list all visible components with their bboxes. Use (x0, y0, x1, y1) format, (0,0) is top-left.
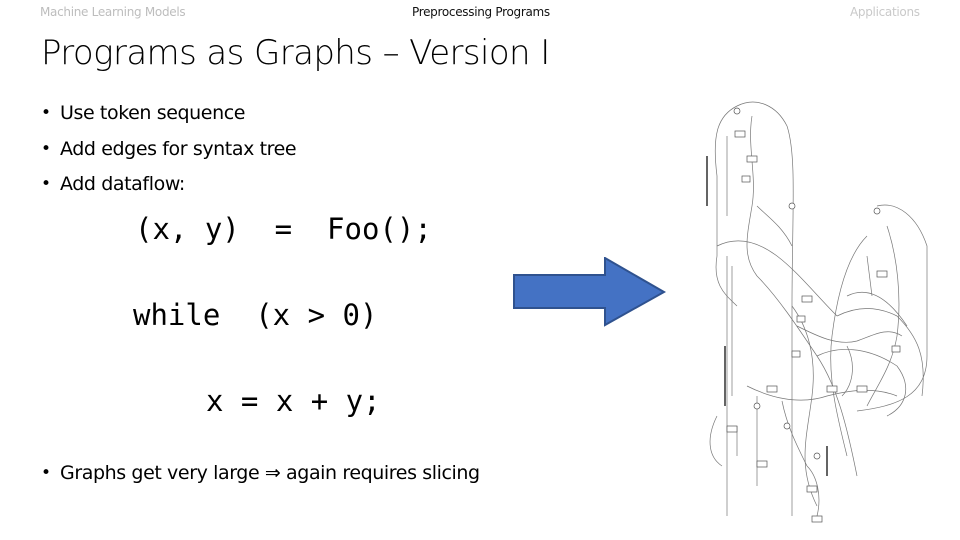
bullet-list-top: • Use token sequence • Add edges for synta… (40, 96, 297, 203)
bullet-list-bottom: • Graphs get very large ⇒ again requires … (40, 456, 480, 492)
bullet-icon: • (41, 103, 51, 123)
bullet-text: Add edges for syntax tree (60, 137, 297, 160)
code-line: while (x > 0) (133, 298, 378, 332)
bullet-item: • Use token sequence (40, 96, 296, 132)
bullet-icon: • (41, 138, 51, 159)
nav-machine-learning-models[interactable]: Machine Learning Models (40, 5, 186, 19)
bullet-item: • Add edges for syntax tree (40, 132, 297, 168)
right-arrow-icon (513, 257, 667, 327)
bullet-item: • Graphs get very large ⇒ again requires … (40, 456, 480, 492)
nav-preprocessing-programs[interactable]: Preprocessing Programs (412, 5, 550, 19)
code-line: x = x + y; (206, 384, 381, 418)
code-line: (x, y) = Foo(); (135, 212, 432, 246)
bullet-text: Use token sequence (60, 102, 246, 124)
bullet-icon: • (41, 463, 51, 483)
bullet-text: Add dataflow: (60, 173, 185, 195)
nav-applications[interactable]: Applications (850, 5, 920, 19)
arrow-shape (513, 257, 667, 327)
bullet-icon: • (41, 174, 51, 194)
program-graph-image (706, 101, 928, 523)
bullet-text: Graphs get very large ⇒ again requires s… (60, 462, 480, 484)
bullet-item: • Add dataflow: (40, 167, 296, 203)
slide-title: Programs as Graphs – Version I (41, 33, 550, 73)
